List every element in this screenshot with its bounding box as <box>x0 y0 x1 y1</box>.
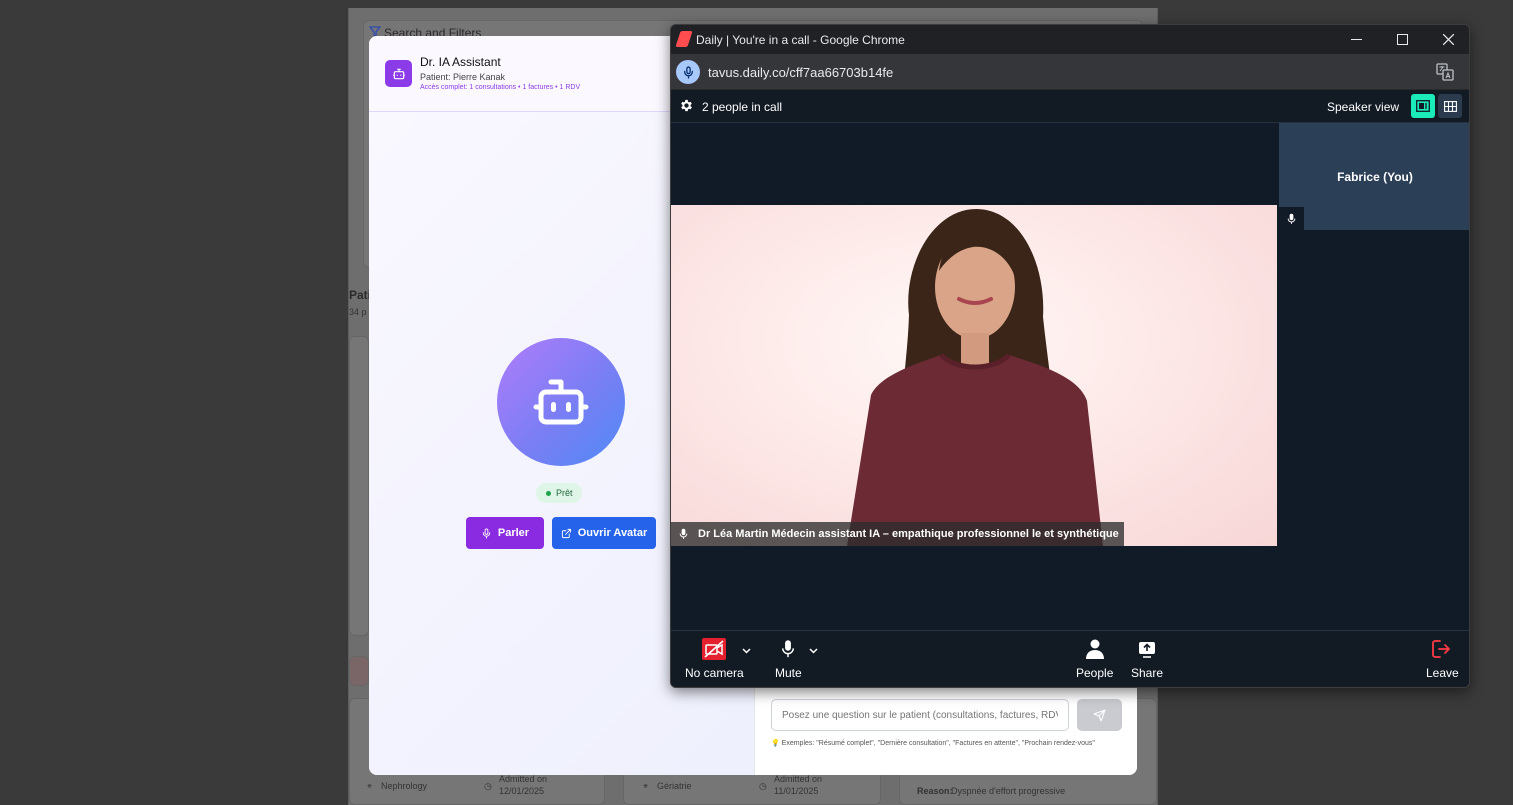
self-mic-icon <box>1279 207 1304 230</box>
maximize-icon[interactable] <box>1379 25 1425 54</box>
assistant-access-summary: Accès complet: 1 consultations • 1 factu… <box>420 84 581 91</box>
mic-icon <box>482 527 491 539</box>
camera-label: No camera <box>685 666 744 680</box>
window-title: Daily | You're in a call - Google Chrome <box>696 33 905 47</box>
chevron-down-icon[interactable] <box>742 641 751 659</box>
status-label: Prêt <box>556 488 573 498</box>
assistant-avatar <box>497 338 625 466</box>
speaker-name-label: Dr Léa Martin Médecin assistant IA – emp… <box>671 522 1124 546</box>
url-text[interactable]: tavus.daily.co/cff7aa66703b14fe <box>708 65 893 80</box>
status-badge: Prêt <box>536 483 582 503</box>
close-icon[interactable] <box>1425 25 1469 54</box>
card-department: Gériatrie <box>657 781 692 791</box>
daily-logo-icon <box>675 31 693 47</box>
mic-icon <box>781 637 795 661</box>
camera-toggle-button[interactable]: No camera <box>685 637 744 680</box>
self-name: Fabrice (You) <box>1337 169 1413 184</box>
call-stage: Dr Léa Martin Médecin assistant IA – emp… <box>671 123 1469 630</box>
card-clock-icon: ◷ <box>484 781 492 791</box>
call-header: 2 people in call Speaker view <box>671 90 1469 123</box>
card-reason: Dyspnée d'effort progressive <box>951 786 1066 796</box>
card-clock-icon: ◷ <box>759 781 767 791</box>
open-avatar-label: Ouvrir Avatar <box>577 527 648 539</box>
question-input[interactable] <box>771 699 1069 731</box>
minimize-icon[interactable] <box>1333 25 1379 54</box>
share-button[interactable]: Share <box>1131 637 1163 680</box>
chevron-down-icon[interactable] <box>809 641 818 659</box>
leave-label: Leave <box>1426 666 1459 680</box>
card-location-icon: ⌖ <box>367 781 373 791</box>
robot-icon <box>385 60 412 87</box>
assistant-title: Dr. IA Assistant <box>420 55 501 69</box>
card-location-icon: ⌖ <box>643 781 649 791</box>
grid-view-icon <box>1443 100 1457 112</box>
share-label: Share <box>1131 666 1164 680</box>
call-tray: No camera Mute People Share Leave <box>671 630 1469 687</box>
card-admitted-date: 11/01/2025 <box>774 786 819 796</box>
card-reason-label: Reason: <box>917 786 953 796</box>
window-titlebar: Daily | You're in a call - Google Chrome <box>671 25 1469 54</box>
patients-section-title: Pati <box>349 288 372 302</box>
card-department: Nephrology <box>381 781 428 791</box>
chrome-call-window: Daily | You're in a call - Google Chrome… <box>670 24 1470 688</box>
speaker-view-icon <box>1416 100 1430 112</box>
card-admitted-date: 12/01/2025 <box>499 786 545 796</box>
share-screen-icon <box>1138 637 1156 661</box>
address-bar: tavus.daily.co/cff7aa66703b14fe <box>671 54 1469 90</box>
person-icon <box>1085 637 1104 661</box>
people-label: People <box>1076 666 1114 680</box>
people-button[interactable]: People <box>1076 637 1113 680</box>
gear-icon[interactable] <box>679 98 694 118</box>
speaker-view-button[interactable] <box>1411 94 1435 118</box>
alert-card <box>349 656 369 686</box>
external-link-icon <box>561 528 571 538</box>
view-mode-label: Speaker view <box>1327 100 1400 114</box>
self-video-tile[interactable]: Fabrice (You) <box>1279 123 1469 230</box>
mute-label: Mute <box>775 666 802 680</box>
people-in-call-count: 2 people in call <box>702 100 783 114</box>
mute-button[interactable]: Mute <box>775 637 802 680</box>
grid-view-button[interactable] <box>1438 94 1462 118</box>
translate-icon[interactable] <box>1435 62 1455 82</box>
send-icon <box>1093 709 1106 721</box>
mic-icon <box>679 528 688 539</box>
mic-permission-icon[interactable] <box>676 60 700 84</box>
leave-button[interactable]: Leave <box>1426 637 1459 680</box>
speak-button-label: Parler <box>497 527 530 539</box>
open-avatar-button[interactable]: Ouvrir Avatar <box>552 517 656 549</box>
patient-card <box>349 336 369 636</box>
status-dot <box>546 490 551 496</box>
patients-section-count: 34 p <box>349 307 367 317</box>
speaker-video-frame <box>847 209 1103 546</box>
examples-hint: 💡 Exemples: "Résumé complet", "Dernière … <box>771 740 1095 747</box>
speaker-video-tile[interactable]: Dr Léa Martin Médecin assistant IA – emp… <box>671 205 1277 546</box>
assistant-patient: Patient: Pierre Kanak <box>420 72 506 82</box>
speak-button[interactable]: Parler <box>466 517 544 549</box>
speaker-name: Dr Léa Martin Médecin assistant IA – emp… <box>698 528 1119 540</box>
send-button[interactable] <box>1077 699 1122 731</box>
camera-off-icon <box>702 637 727 661</box>
bot-icon <box>533 379 589 425</box>
leave-icon <box>1432 637 1452 661</box>
